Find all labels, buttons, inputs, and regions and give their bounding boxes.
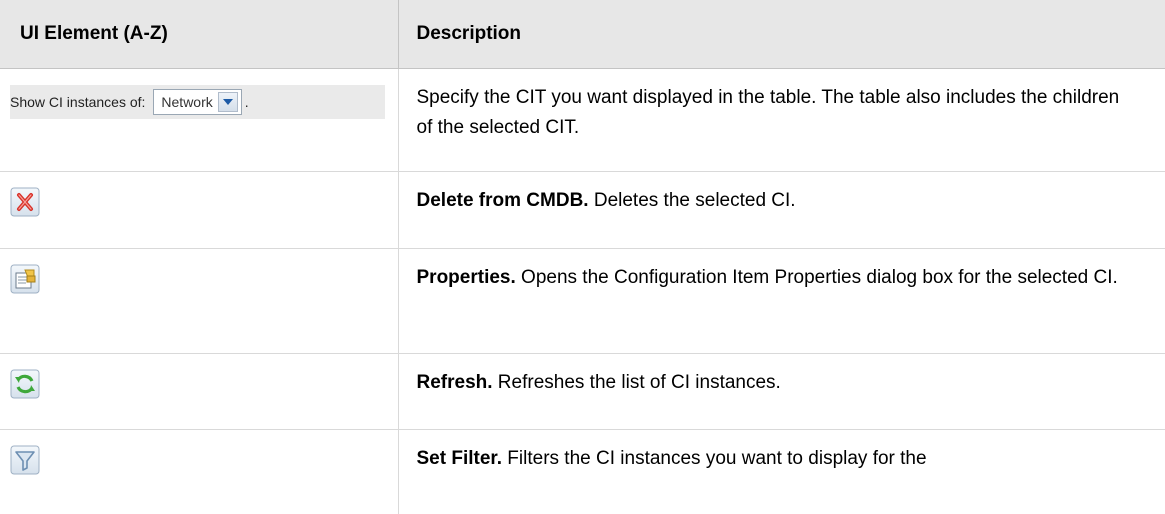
- description-cell: Delete from CMDB. Deletes the selected C…: [398, 172, 1165, 249]
- description-text: Opens the Configuration Item Properties …: [516, 267, 1118, 288]
- description-cell: Set Filter. Filters the CI instances you…: [398, 430, 1165, 514]
- description-text: Filters the CI instances you want to dis…: [502, 448, 927, 469]
- ui-element-cell: Show CI instances of: Network .: [0, 69, 398, 172]
- properties-icon[interactable]: [10, 264, 40, 294]
- description-title: Refresh.: [417, 372, 493, 393]
- description-text: Refreshes the list of CI instances.: [493, 372, 781, 393]
- trailing-period: .: [245, 87, 249, 117]
- delete-icon[interactable]: [10, 187, 40, 217]
- description-text: Specify the CIT you want displayed in th…: [417, 87, 1120, 138]
- description-cell: Refresh. Refreshes the list of CI instan…: [398, 354, 1165, 430]
- ui-element-cell: [0, 354, 398, 430]
- header-ui-element: UI Element (A-Z): [0, 0, 398, 69]
- header-description: Description: [398, 0, 1165, 69]
- refresh-icon[interactable]: [10, 369, 40, 399]
- description-title: Set Filter.: [417, 448, 503, 469]
- ui-element-table: UI Element (A-Z) Description Show CI ins…: [0, 0, 1165, 514]
- description-cell: Specify the CIT you want displayed in th…: [398, 69, 1165, 172]
- description-cell: Properties. Opens the Configuration Item…: [398, 249, 1165, 354]
- ci-type-select[interactable]: Network: [153, 89, 241, 115]
- show-ci-instances-control: Show CI instances of: Network .: [10, 85, 385, 119]
- filter-icon[interactable]: [10, 445, 40, 475]
- show-ci-instances-label: Show CI instances of:: [10, 87, 145, 117]
- ui-element-cell: [0, 249, 398, 354]
- description-title: Properties.: [417, 267, 516, 288]
- description-text: Deletes the selected CI.: [589, 190, 796, 211]
- table-header-row: UI Element (A-Z) Description: [0, 0, 1165, 69]
- table-row: Refresh. Refreshes the list of CI instan…: [0, 354, 1165, 430]
- description-title: Delete from CMDB.: [417, 190, 589, 211]
- table-row: Show CI instances of: Network . Specify …: [0, 69, 1165, 172]
- table-row: Set Filter. Filters the CI instances you…: [0, 430, 1165, 514]
- ui-element-cell: [0, 430, 398, 514]
- table-row: Properties. Opens the Configuration Item…: [0, 249, 1165, 354]
- chevron-down-icon[interactable]: [218, 92, 238, 112]
- ui-element-cell: [0, 172, 398, 249]
- table-row: Delete from CMDB. Deletes the selected C…: [0, 172, 1165, 249]
- ci-type-select-value: Network: [161, 87, 212, 117]
